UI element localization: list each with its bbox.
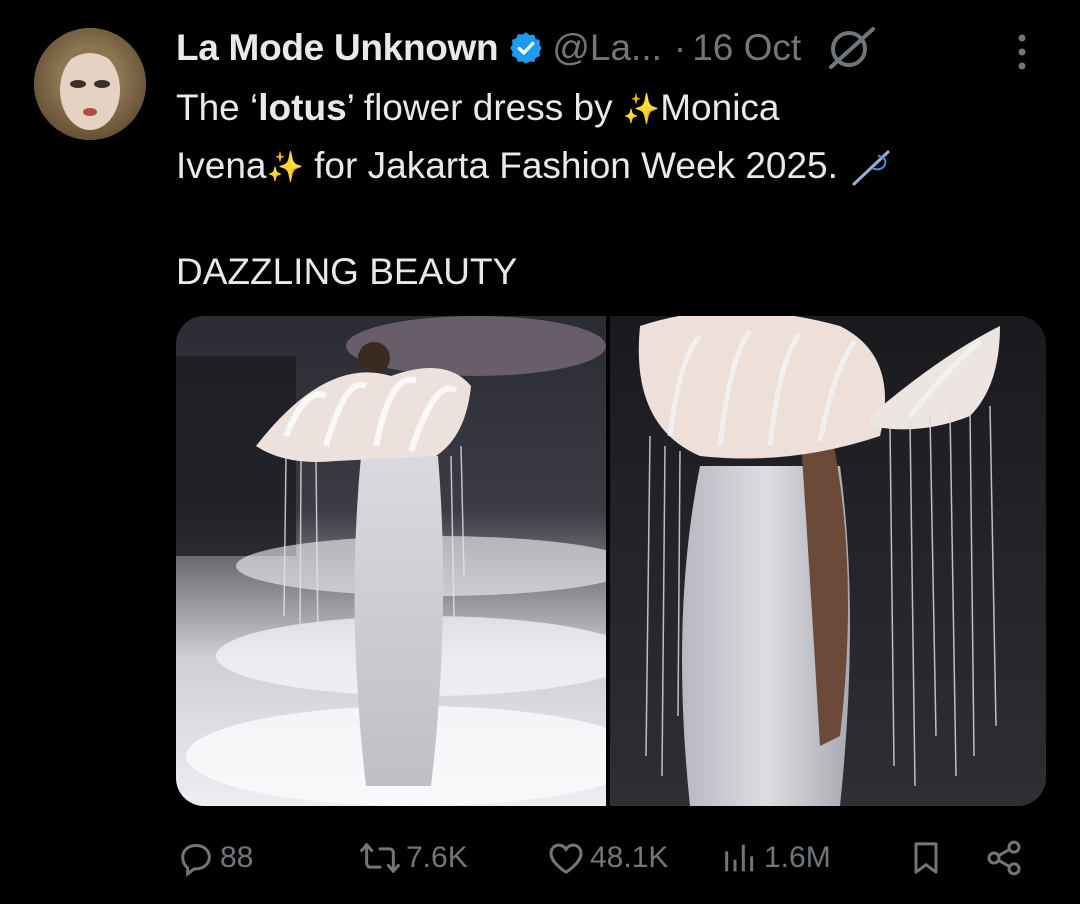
share-icon	[987, 840, 1021, 876]
author-handle[interactable]: @La...	[552, 27, 662, 69]
reply-icon	[181, 843, 211, 877]
bookmark-button[interactable]	[906, 834, 946, 882]
tweet-text: The ‘lotus’ flower dress by ✨Monica Iven…	[176, 80, 1036, 196]
share-button[interactable]	[984, 834, 1024, 882]
runway-photo-2[interactable]	[610, 316, 1046, 806]
media-grid	[176, 316, 1046, 806]
views-button[interactable]: 1.6M	[720, 834, 831, 882]
heart-icon	[549, 843, 583, 874]
tweet-date[interactable]: 16 Oct	[692, 27, 801, 69]
retweet-icon	[360, 843, 400, 873]
sparkles-emoji: ✨	[266, 151, 304, 185]
separator-dot: ·	[673, 27, 687, 68]
tweet-header: La Mode Unknown @La... · 16 Oct	[176, 22, 1056, 74]
reply-count: 88	[220, 841, 254, 874]
text-segment: Ivena	[176, 145, 267, 187]
retweet-count: 7.6K	[406, 841, 468, 874]
more-options-icon[interactable]	[1010, 30, 1034, 74]
text-bold-lotus: lotus	[258, 87, 347, 128]
tweet-text-line-1: The ‘lotus’ flower dress by ✨Monica	[176, 80, 1036, 138]
text-segment: Monica	[660, 87, 780, 128]
sewing-needle-emoji-icon	[852, 150, 890, 186]
runway-photo-1[interactable]	[176, 316, 606, 806]
grok-icon[interactable]	[825, 25, 877, 71]
views-chart-icon	[725, 844, 754, 872]
bookmark-icon	[914, 842, 938, 874]
reply-button[interactable]: 88	[176, 834, 253, 882]
text-segment: The ‘	[176, 87, 259, 128]
author-name[interactable]: La Mode Unknown	[176, 27, 499, 69]
tweet-text-caption: DAZZLING BEAUTY	[176, 251, 518, 292]
like-count: 48.1K	[590, 841, 669, 874]
text-segment: ’ flower dress by	[346, 87, 623, 128]
retweet-button[interactable]: 7.6K	[358, 834, 468, 882]
verified-badge-icon	[510, 32, 543, 64]
like-button[interactable]: 48.1K	[546, 834, 668, 882]
author-avatar[interactable]	[34, 28, 146, 140]
tweet-actions: 88 7.6K 48.1K 1.6M	[176, 834, 1036, 882]
view-count: 1.6M	[764, 841, 831, 874]
sparkles-emoji: ✨	[622, 93, 661, 127]
tweet-text-line-2: Ivena✨ for Jakarta Fashion Week 2025.	[176, 138, 1036, 196]
text-segment: for Jakarta Fashion Week 2025.	[303, 145, 849, 187]
